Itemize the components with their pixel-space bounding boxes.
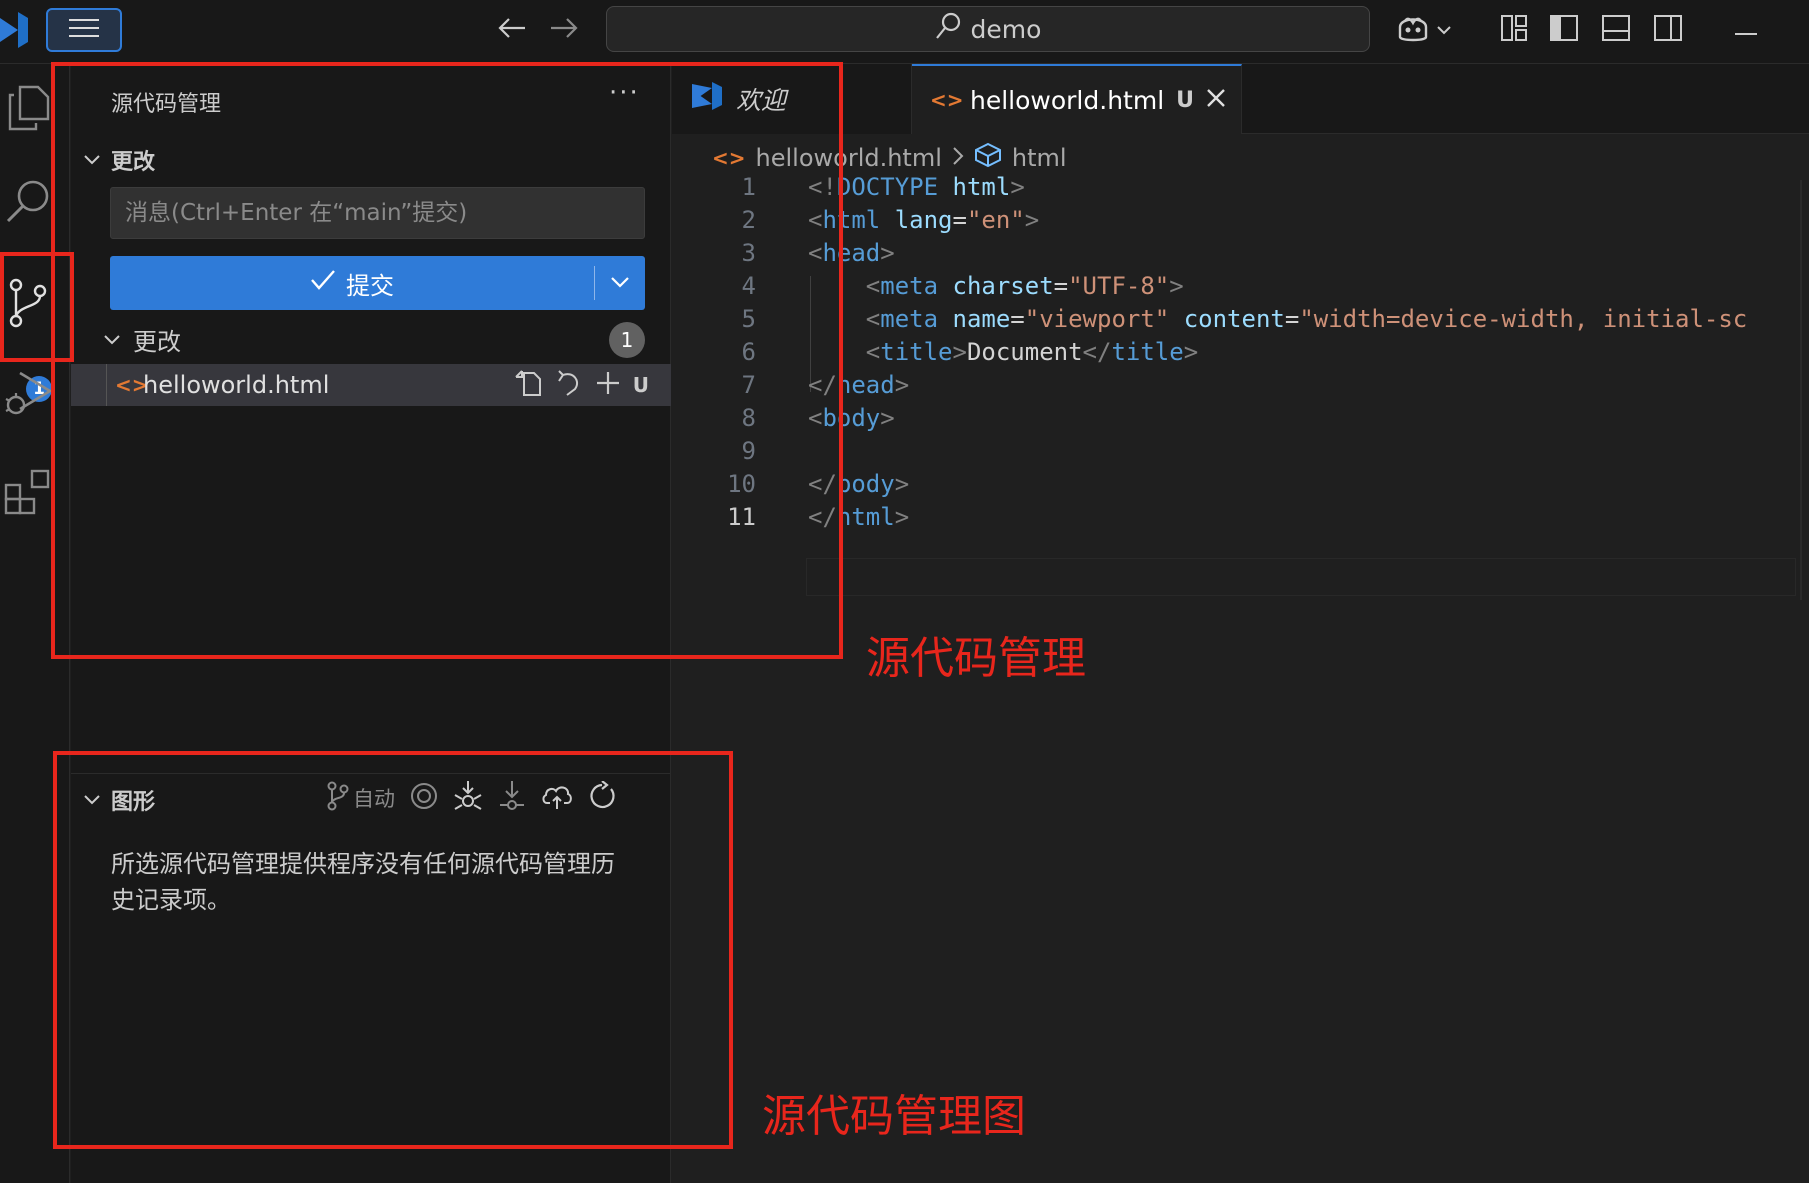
line-content: <meta name="viewport" content="width=dev…: [865, 305, 1748, 333]
chevron-down-icon: [1436, 21, 1452, 40]
current-line-highlight: [806, 558, 1796, 596]
tab-status-untracked: U: [1176, 87, 1195, 113]
menu-button[interactable]: [46, 8, 122, 52]
vscode-logo-icon: [0, 10, 30, 50]
annotation-label-graph: 源代码管理图: [762, 1091, 1026, 1142]
toggle-primary-sidebar-button[interactable]: [1544, 10, 1584, 50]
search-icon: [935, 12, 961, 46]
tab-helloworld-label: helloworld.html: [970, 85, 1165, 115]
activity-run-debug[interactable]: [0, 360, 56, 430]
toggle-secondary-sidebar-icon: [1653, 14, 1683, 46]
menu-icon: [69, 18, 99, 42]
annotation-label-scm: 源代码管理: [866, 633, 1086, 684]
search-text: demo: [970, 14, 1042, 44]
minimize-icon: [1735, 21, 1757, 40]
extensions-icon: [4, 467, 52, 519]
tab-helloworld-html[interactable]: <> helloworld.html U: [912, 64, 1242, 134]
explorer-icon: [6, 83, 50, 135]
command-center-search[interactable]: demo: [606, 6, 1370, 52]
forward-button[interactable]: [544, 12, 584, 48]
line-content: <meta charset="UTF-8">: [865, 272, 1184, 300]
search-icon: [5, 178, 51, 228]
vscode-window: demo 1 源代码管理 ··· 更改 消息(Ctrl+Enter 在“main…: [0, 0, 1809, 1183]
activity-extensions[interactable]: [0, 458, 56, 528]
close-tab-button[interactable]: [1206, 85, 1226, 115]
copilot-button[interactable]: [1392, 10, 1456, 50]
customize-layout-button[interactable]: [1494, 10, 1534, 50]
line-content: <title>Document</title>: [865, 338, 1199, 366]
forward-arrow-icon: [549, 16, 579, 44]
toggle-primary-sidebar-icon: [1549, 14, 1579, 46]
customize-layout-icon: [1500, 14, 1528, 46]
title-bar: demo: [0, 0, 1809, 64]
back-button[interactable]: [492, 12, 532, 48]
copilot-icon: [1396, 13, 1430, 47]
toggle-panel-icon: [1601, 14, 1631, 46]
annotation-box-activity-scm: [0, 252, 74, 362]
annotation-box-graph: [53, 751, 733, 1149]
html-file-icon: <>: [930, 88, 964, 112]
annotation-box-scm: [51, 62, 843, 659]
activity-search[interactable]: [0, 168, 56, 238]
toggle-panel-button[interactable]: [1596, 10, 1636, 50]
back-arrow-icon: [497, 16, 527, 44]
toggle-secondary-sidebar-button[interactable]: [1648, 10, 1688, 50]
run-debug-icon: [4, 369, 53, 421]
close-icon: [1206, 85, 1226, 115]
activity-explorer[interactable]: [0, 74, 56, 144]
editor-scrollbar[interactable]: [1800, 180, 1802, 600]
minimize-button[interactable]: [1726, 10, 1766, 50]
